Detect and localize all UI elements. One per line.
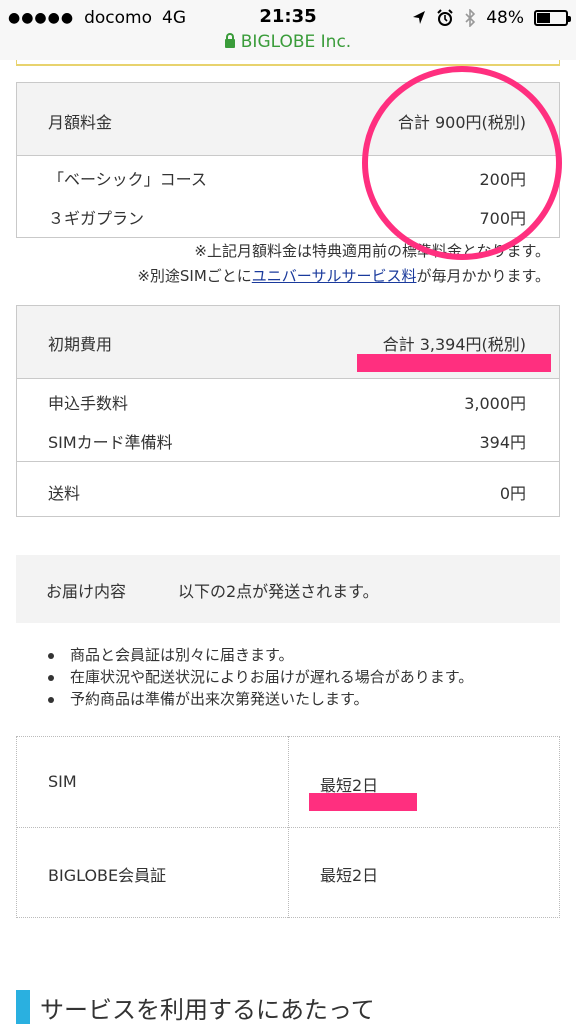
annotation-highlight <box>357 354 551 372</box>
initial-row-value: 394円 <box>479 433 526 452</box>
monthly-row-label: ３ギガプラン <box>48 209 145 228</box>
delivery-label: お届け内容 <box>46 582 127 601</box>
section-title: サービスを利用するにあたって <box>40 996 375 1024</box>
universal-fee-note: ※別途SIMごとにユニバーサルサービス料が毎月かかります。 <box>137 265 550 286</box>
divider <box>288 736 289 918</box>
initial-row-label: 申込手数料 <box>48 394 129 413</box>
delivery-item-time: 最短2日 <box>320 866 379 885</box>
battery-icon <box>534 10 571 26</box>
delivery-notes: 商品と会員証は別々に届きます。 在庫状況や配送状況によりお届けが遅れる場合があり… <box>46 644 473 710</box>
initial-row-label: 送料 <box>48 484 81 503</box>
initial-fee-total: 合計 3,394円(税別) <box>382 335 526 354</box>
initial-row-value: 0円 <box>499 484 526 503</box>
universal-service-fee-link[interactable]: ユニバーサルサービス料 <box>252 267 417 285</box>
location-arrow-icon <box>413 11 426 24</box>
url-bar[interactable]: BIGLOBE Inc. <box>0 32 576 52</box>
url-text: BIGLOBE Inc. <box>240 32 352 52</box>
section-accent-bar <box>16 990 30 1024</box>
status-right: 48% <box>412 6 571 30</box>
monthly-fee-label: 月額料金 <box>48 113 113 132</box>
initial-fee-label: 初期費用 <box>48 335 113 354</box>
annotation-highlight <box>309 793 417 811</box>
lock-icon <box>224 32 235 48</box>
delivery-item-name: SIM <box>48 772 77 791</box>
divider <box>17 461 559 462</box>
monthly-row-label: 「ベーシック」コース <box>48 170 207 189</box>
bluetooth-icon <box>465 9 476 27</box>
initial-row-value: 3,000円 <box>464 394 526 413</box>
annotation-circle <box>362 66 562 260</box>
delivery-description: 以下の2点が発送されます。 <box>178 582 379 601</box>
list-item: 在庫状況や配送状況によりお届けが遅れる場合があります。 <box>46 666 473 688</box>
list-item: 予約商品は準備が出来次第発送いたします。 <box>46 688 473 710</box>
note-text: ※別途SIMごとに <box>137 267 252 285</box>
battery-percent: 48% <box>486 8 524 28</box>
list-item: 商品と会員証は別々に届きます。 <box>46 644 473 666</box>
previous-section-edge <box>16 60 560 66</box>
note-text: が毎月かかります。 <box>416 267 550 285</box>
initial-row-label: SIMカード準備料 <box>48 433 173 452</box>
delivery-item-name: BIGLOBE会員証 <box>48 866 167 885</box>
alarm-clock-icon <box>437 9 453 26</box>
